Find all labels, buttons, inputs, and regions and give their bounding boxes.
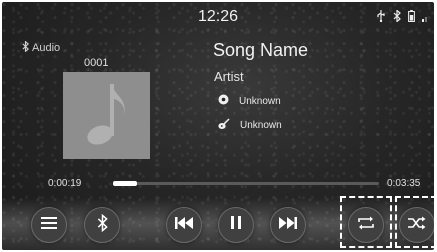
skip-back-icon [175, 216, 193, 234]
guitar-icon [218, 118, 230, 133]
phone-battery-icon [408, 9, 415, 27]
album-name: Unknown [239, 95, 281, 107]
clock: 12:26 [197, 8, 239, 25]
music-note-icon [84, 78, 130, 153]
source-label: Audio [22, 40, 61, 55]
progress-fill [113, 181, 137, 186]
artist-name: Artist [214, 69, 244, 84]
disc-icon [218, 94, 229, 108]
source-name: Audio [32, 42, 61, 54]
genre-name: Unknown [240, 120, 282, 131]
elapsed-time: 0:00:19 [48, 178, 82, 189]
status-icons [376, 9, 428, 27]
album-row: Unknown [218, 94, 281, 108]
repeat-button[interactable] [348, 207, 384, 243]
skip-forward-icon [279, 216, 297, 234]
pause-icon [231, 216, 241, 234]
bluetooth-icon [393, 9, 401, 27]
genre-row: Unknown [218, 118, 282, 133]
audio-player-screen: 12:26 Audio 0001 Song Name Artist Unknow… [2, 2, 434, 250]
track-number: 0001 [84, 57, 109, 69]
bluetooth-icon [22, 40, 29, 55]
total-time: 0:03:35 [387, 178, 421, 189]
menu-button[interactable] [31, 207, 67, 243]
repeat-icon [357, 216, 375, 235]
progress-bar[interactable] [113, 181, 379, 186]
shuffle-icon [408, 216, 426, 235]
pause-button[interactable] [218, 207, 254, 243]
bluetooth-button[interactable] [84, 207, 120, 243]
shuffle-button[interactable] [399, 207, 434, 243]
bluetooth-icon [97, 213, 108, 237]
usb-icon [376, 9, 386, 27]
previous-track-button[interactable] [166, 207, 202, 243]
menu-icon [41, 216, 57, 234]
next-track-button[interactable] [270, 207, 306, 243]
album-art [63, 72, 150, 159]
signal-icon [422, 9, 428, 27]
song-name: Song Name [213, 40, 309, 60]
